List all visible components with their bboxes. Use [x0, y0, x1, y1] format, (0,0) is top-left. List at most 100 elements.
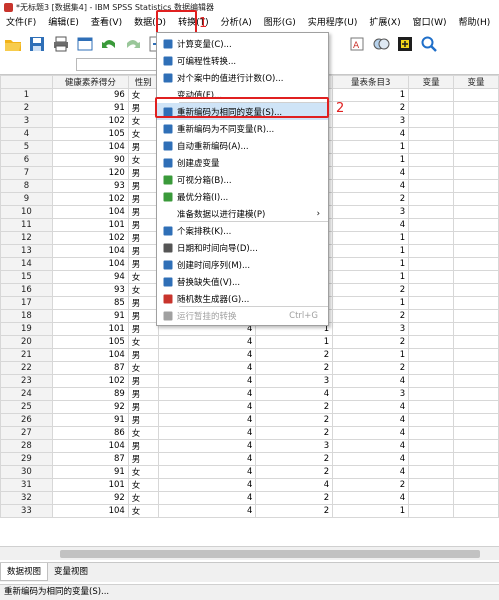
cell-value[interactable]: 4	[157, 465, 257, 479]
menu-item-dummy-variable[interactable]: 创建虚变量	[157, 154, 328, 171]
cell-empty[interactable]	[408, 114, 455, 128]
menu-item-date-time[interactable]: 日期和时间向导(D)...	[157, 239, 328, 256]
cell-scale-item-3[interactable]: 4	[332, 179, 410, 193]
cell-scale-item-3[interactable]: 1	[332, 296, 410, 310]
cell-value[interactable]: 2	[255, 426, 334, 440]
row-number[interactable]: 31	[0, 478, 53, 492]
cell-empty[interactable]	[453, 218, 499, 232]
cell-empty[interactable]	[408, 205, 455, 219]
cell-empty[interactable]	[408, 179, 455, 193]
cell-scale-item-3[interactable]: 1	[332, 140, 410, 154]
cell-gender[interactable]: 男	[127, 322, 159, 336]
cell-empty[interactable]	[453, 452, 499, 466]
cell-empty[interactable]	[408, 504, 455, 518]
menu-item-rank-cases[interactable]: 个案排秩(K)...	[157, 222, 328, 239]
show-all-variables-icon[interactable]	[396, 35, 414, 53]
cell-scale-item-3[interactable]: 4	[332, 465, 410, 479]
scrollbar-thumb[interactable]	[60, 550, 480, 558]
row-number[interactable]: 24	[0, 387, 53, 401]
menu-utilities[interactable]: 实用程序(U)	[302, 14, 364, 32]
cell-health-literacy-score[interactable]: 104	[51, 205, 129, 219]
cell-empty[interactable]	[408, 166, 455, 180]
row-number[interactable]: 3	[0, 114, 53, 128]
cell-scale-item-3[interactable]: 1	[332, 257, 410, 271]
menu-item-count[interactable]: 对个案中的值进行计数(O)...	[157, 69, 328, 86]
cell-value[interactable]: 4	[157, 478, 257, 492]
row-number[interactable]: 28	[0, 439, 53, 453]
cell-value[interactable]: 4	[157, 361, 257, 375]
cell-empty[interactable]	[408, 387, 455, 401]
cell-empty[interactable]	[408, 140, 455, 154]
cell-empty[interactable]	[408, 452, 455, 466]
cell-health-literacy-score[interactable]: 102	[51, 231, 129, 245]
cell-empty[interactable]	[453, 101, 499, 115]
cell-health-literacy-score[interactable]: 92	[51, 400, 129, 414]
cell-empty[interactable]	[453, 361, 499, 375]
cell-gender[interactable]: 女	[127, 127, 159, 141]
cell-scale-item-3[interactable]: 1	[332, 270, 410, 284]
cell-empty[interactable]	[453, 257, 499, 271]
cell-value[interactable]: 4	[157, 426, 257, 440]
cell-scale-item-3[interactable]: 2	[332, 283, 410, 297]
cell-gender[interactable]: 男	[127, 309, 159, 323]
cell-health-literacy-score[interactable]: 87	[51, 452, 129, 466]
cell-health-literacy-score[interactable]: 89	[51, 387, 129, 401]
row-number[interactable]: 32	[0, 491, 53, 505]
cell-empty[interactable]	[453, 426, 499, 440]
menu-view[interactable]: 查看(V)	[85, 14, 128, 32]
menu-window[interactable]: 窗口(W)	[407, 14, 453, 32]
cell-scale-item-3[interactable]: 4	[332, 452, 410, 466]
cell-gender[interactable]: 男	[127, 192, 159, 206]
cell-empty[interactable]	[453, 478, 499, 492]
row-number[interactable]: 14	[0, 257, 53, 271]
cell-empty[interactable]	[453, 348, 499, 362]
row-number[interactable]: 25	[0, 400, 53, 414]
cell-empty[interactable]	[453, 439, 499, 453]
cell-value[interactable]: 4	[157, 452, 257, 466]
row-number[interactable]: 12	[0, 231, 53, 245]
cell-scale-item-3[interactable]: 1	[332, 348, 410, 362]
cell-gender[interactable]: 女	[127, 491, 159, 505]
cell-empty[interactable]	[453, 179, 499, 193]
cell-health-literacy-score[interactable]: 105	[51, 335, 129, 349]
row-number[interactable]: 27	[0, 426, 53, 440]
row-number[interactable]: 22	[0, 361, 53, 375]
cell-scale-item-3[interactable]: 2	[332, 309, 410, 323]
cell-scale-item-3[interactable]: 4	[332, 491, 410, 505]
redo-icon[interactable]	[124, 35, 142, 53]
cell-empty[interactable]	[453, 413, 499, 427]
cell-empty[interactable]	[453, 283, 499, 297]
menu-file[interactable]: 文件(F)	[0, 14, 42, 32]
cell-scale-item-3[interactable]: 4	[332, 439, 410, 453]
cell-value[interactable]: 4	[157, 400, 257, 414]
column-header[interactable]: 变量	[408, 75, 455, 89]
menu-item-random-generator[interactable]: 随机数生成器(G)...	[157, 290, 328, 307]
cell-empty[interactable]	[453, 270, 499, 284]
cell-empty[interactable]	[408, 231, 455, 245]
menu-edit[interactable]: 编辑(E)	[42, 14, 85, 32]
cell-gender[interactable]: 男	[127, 140, 159, 154]
undo-icon[interactable]	[100, 35, 118, 53]
row-number[interactable]: 30	[0, 465, 53, 479]
horizontal-scrollbar[interactable]	[0, 546, 499, 560]
cell-value[interactable]: 4	[255, 387, 334, 401]
cell-health-literacy-score[interactable]: 105	[51, 127, 129, 141]
row-number[interactable]: 18	[0, 309, 53, 323]
row-number[interactable]: 23	[0, 374, 53, 388]
menu-item-replace-missing[interactable]: 替换缺失值(V)...	[157, 273, 328, 290]
cell-scale-item-3[interactable]: 1	[332, 153, 410, 167]
cell-gender[interactable]: 男	[127, 387, 159, 401]
cell-scale-item-3[interactable]: 2	[332, 478, 410, 492]
cell-gender[interactable]: 男	[127, 413, 159, 427]
cell-value[interactable]: 4	[157, 374, 257, 388]
cell-gender[interactable]: 男	[127, 231, 159, 245]
cell-value[interactable]: 2	[255, 504, 334, 518]
row-number[interactable]: 6	[0, 153, 53, 167]
cell-gender[interactable]: 男	[127, 166, 159, 180]
cell-empty[interactable]	[408, 478, 455, 492]
cell-health-literacy-score[interactable]: 91	[51, 413, 129, 427]
save-icon[interactable]	[28, 35, 46, 53]
cell-empty[interactable]	[408, 465, 455, 479]
menu-item-auto-recode[interactable]: 自动重新编码(A)...	[157, 137, 328, 154]
cell-empty[interactable]	[408, 309, 455, 323]
